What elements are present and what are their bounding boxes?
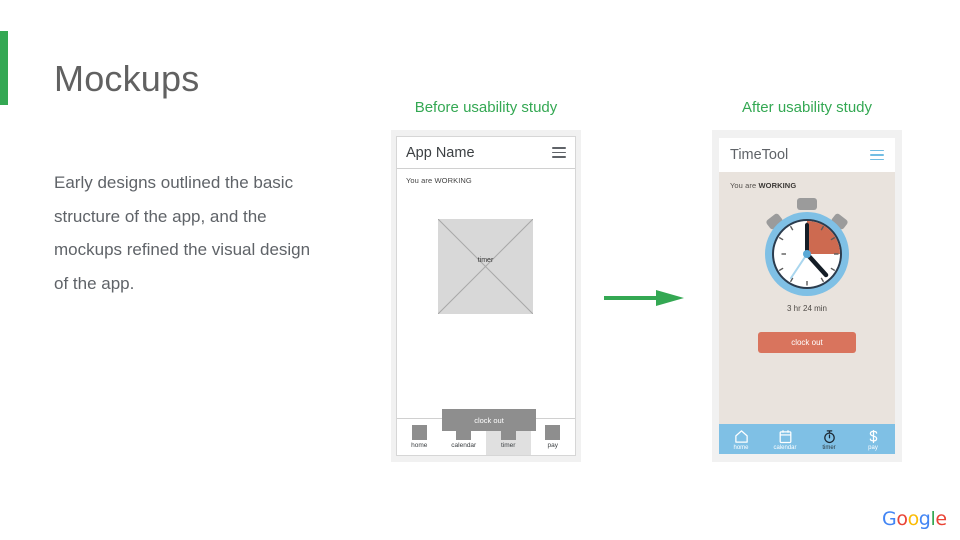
image-placeholder-icon: timer bbox=[438, 219, 533, 314]
dollar-sign-icon bbox=[866, 429, 881, 444]
after-nav-label-home: home bbox=[733, 444, 749, 451]
after-nav-label-timer: timer bbox=[822, 444, 836, 451]
before-nav-label-home: home bbox=[411, 442, 428, 449]
before-phone-screen: App Name You are WORKING timer clock out… bbox=[396, 136, 576, 456]
before-nav-label-timer: timer bbox=[501, 442, 516, 449]
stopwatch-icon bbox=[822, 429, 837, 444]
home-icon bbox=[411, 425, 427, 440]
after-status-prefix: You are bbox=[730, 181, 759, 190]
after-app-bar: TimeTool bbox=[719, 138, 895, 172]
after-nav-item-calendar[interactable]: calendar bbox=[763, 424, 807, 454]
before-nav-item-pay[interactable]: pay bbox=[531, 419, 576, 455]
slide-body-text: Early designs outlined the basic structu… bbox=[54, 173, 311, 293]
after-nav-label-pay: pay bbox=[868, 444, 878, 451]
hamburger-menu-icon[interactable] bbox=[552, 147, 566, 158]
after-nav-item-timer[interactable]: timer bbox=[807, 424, 851, 454]
after-app-title: TimeTool bbox=[730, 147, 789, 163]
before-content-area: timer clock out bbox=[397, 185, 575, 431]
after-clock-out-button[interactable]: clock out bbox=[758, 332, 856, 353]
after-phone-screen: TimeTool You are WORKING 3 hr 24 min clo… bbox=[719, 138, 895, 454]
logo-letter-o1: o bbox=[896, 508, 908, 530]
caption-before-study: Before usability study bbox=[414, 99, 558, 116]
stopwatch-icon bbox=[755, 196, 859, 300]
before-nav-item-home[interactable]: home bbox=[397, 419, 442, 455]
logo-letter-g2: g bbox=[918, 508, 931, 530]
page-title: Mockups bbox=[54, 58, 200, 99]
before-app-bar: App Name bbox=[397, 137, 575, 169]
after-status-text: You are WORKING bbox=[719, 172, 895, 190]
before-clock-out-button[interactable]: clock out bbox=[442, 409, 536, 431]
title-accent-bar bbox=[0, 31, 8, 105]
before-app-title: App Name bbox=[406, 144, 475, 161]
after-nav-item-pay[interactable]: pay bbox=[851, 424, 895, 454]
after-phone-mockup: TimeTool You are WORKING 3 hr 24 min clo… bbox=[712, 130, 902, 462]
before-phone-mockup: App Name You are WORKING timer clock out… bbox=[391, 130, 581, 462]
after-status-state: WORKING bbox=[758, 181, 797, 190]
before-status-text: You are WORKING bbox=[406, 176, 472, 185]
after-nav-item-home[interactable]: home bbox=[719, 424, 763, 454]
after-content-area: 3 hr 24 min clock out bbox=[719, 190, 895, 424]
before-nav-label-pay: pay bbox=[547, 442, 558, 449]
after-nav-label-calendar: calendar bbox=[773, 444, 797, 451]
logo-letter-e: e bbox=[935, 508, 947, 530]
after-bottom-nav: home calendar timer pay bbox=[719, 424, 895, 454]
right-arrow-icon bbox=[604, 289, 684, 307]
placeholder-label: timer bbox=[477, 257, 494, 264]
home-icon bbox=[734, 429, 749, 444]
caption-after-study: After usability study bbox=[741, 99, 873, 116]
hamburger-menu-icon[interactable] bbox=[870, 149, 884, 161]
logo-letter-o2: o bbox=[907, 508, 920, 530]
google-logo: Google bbox=[882, 508, 947, 530]
pay-icon bbox=[545, 425, 561, 440]
calendar-icon bbox=[778, 429, 793, 444]
logo-letter-g1: G bbox=[882, 508, 897, 530]
before-nav-label-calendar: calendar bbox=[451, 442, 477, 449]
elapsed-time-label: 3 hr 24 min bbox=[786, 304, 828, 313]
